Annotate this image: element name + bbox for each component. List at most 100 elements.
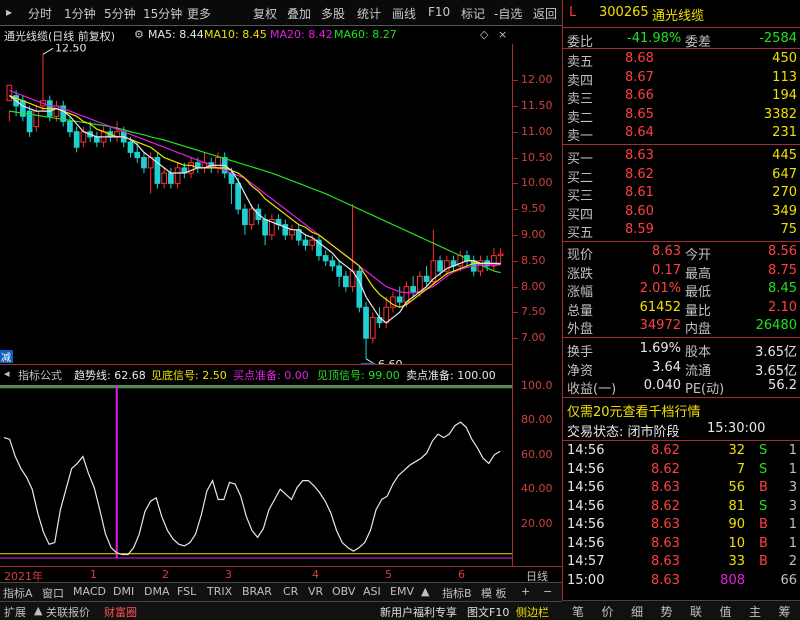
quote-tab[interactable]: 价: [602, 603, 614, 620]
tick-row[interactable]: 14:56 8.63 56 B 3: [563, 479, 800, 498]
quote-tab[interactable]: 细: [631, 603, 643, 620]
candle-body: [215, 157, 221, 169]
menu-arrow-icon[interactable]: ▸: [6, 5, 12, 19]
tab-trix[interactable]: TRIX: [207, 585, 232, 598]
tab-sidebar[interactable]: 侧边栏: [516, 604, 549, 620]
tab-dma[interactable]: DMA: [144, 585, 170, 598]
tick-time: 14:56: [567, 480, 605, 495]
bid-row[interactable]: 买二 8.62 647: [563, 166, 800, 186]
tick-row[interactable]: 14:56 8.62 7 S 1: [563, 461, 800, 480]
high-marker-line: [42, 47, 54, 55]
diamond-icon[interactable]: ◇: [480, 28, 488, 41]
price-tick: 12.00: [521, 73, 553, 87]
tab-asi[interactable]: ASI: [363, 585, 381, 598]
tab-window[interactable]: 窗口: [42, 585, 64, 601]
stat-row[interactable]: 现价 8.63 今开 8.56: [563, 243, 800, 263]
tick-row[interactable]: 14:56 8.62 32 S 1: [563, 442, 800, 461]
indicator-menu-icon[interactable]: ◂: [4, 367, 10, 380]
indicator-chart[interactable]: [0, 382, 512, 566]
add-window-icon[interactable]: +: [521, 585, 530, 598]
stat-row[interactable]: 涨幅 2.01% 最低 8.45: [563, 280, 800, 300]
ask-row[interactable]: 卖五 8.68 450: [563, 50, 800, 70]
stat2-row[interactable]: 收益(一) 0.040 PE(动) 56.2: [563, 377, 800, 397]
tool-button-f10[interactable]: F10: [428, 5, 450, 19]
indicator-formula-label[interactable]: 指标公式: [18, 367, 62, 383]
stat-row[interactable]: 涨跌 0.17 最高 8.75: [563, 262, 800, 282]
tab-related-quotes[interactable]: 关联报价: [46, 604, 90, 620]
tool-button-stats[interactable]: 统计: [357, 5, 381, 22]
period-tab-15min[interactable]: 15分钟: [143, 5, 182, 22]
tick-price: 8.63: [651, 517, 680, 532]
quote-tab[interactable]: 主: [749, 603, 761, 620]
bid-row[interactable]: 买三 8.61 270: [563, 184, 800, 204]
tick-row[interactable]: 14:56 8.63 90 B 1: [563, 516, 800, 535]
quote-tab[interactable]: 势: [661, 603, 673, 620]
tab-indicator-a[interactable]: 指标A: [3, 585, 33, 601]
bid-label: 买四: [567, 207, 594, 223]
period-tab-1min[interactable]: 1分钟: [64, 5, 96, 22]
tool-button-watchlist[interactable]: -自选: [494, 5, 522, 22]
kline-chart[interactable]: 12.506.60财减: [0, 44, 512, 364]
candle-body: [67, 120, 73, 133]
stat-row[interactable]: 外盘 34972 内盘 26480: [563, 317, 800, 337]
ask-row[interactable]: 卖一 8.64 231: [563, 124, 800, 144]
tab-f10-graphic[interactable]: 图文F10: [467, 604, 509, 620]
stat-value: 61452: [639, 299, 681, 315]
price-tick-mark: [513, 131, 518, 133]
tool-button-overlay[interactable]: 叠加: [287, 5, 311, 22]
stat2-row[interactable]: 换手 1.69% 股本 3.65亿: [563, 340, 800, 360]
ask-row[interactable]: 卖二 8.65 3382: [563, 106, 800, 126]
tab-dmi[interactable]: DMI: [113, 585, 134, 598]
tool-button-restore[interactable]: 复权: [253, 5, 277, 22]
tab-indicator-b[interactable]: 指标B: [442, 585, 472, 601]
tab-wealth-circle[interactable]: 财富圈: [104, 604, 137, 620]
tab-template[interactable]: 模 板: [481, 585, 507, 601]
stock-header[interactable]: L 300265 通光线缆: [563, 4, 800, 24]
close-icon[interactable]: ×: [498, 28, 507, 41]
ma-settings-icon[interactable]: ⚙: [134, 28, 144, 41]
tab-expand[interactable]: 扩展: [4, 604, 26, 620]
quote-tab[interactable]: 筹: [779, 603, 791, 620]
tab-cr[interactable]: CR: [283, 585, 298, 598]
tab-fsl[interactable]: FSL: [177, 585, 196, 598]
candle-body: [356, 270, 363, 308]
tick-volume: 81: [728, 498, 745, 514]
tick-row[interactable]: 15:00 8.63 808 66: [563, 572, 800, 591]
quote-tab[interactable]: 笔: [572, 603, 584, 620]
promo-row[interactable]: 仅需20元查看千档行情: [563, 400, 800, 420]
quote-tab[interactable]: 联: [690, 603, 702, 620]
tick-row[interactable]: 14:56 8.62 81 S 3: [563, 498, 800, 517]
stat-row[interactable]: 总量 61452 量比 2.10: [563, 299, 800, 319]
tab-obv[interactable]: OBV: [332, 585, 355, 598]
tab-vr[interactable]: VR: [308, 585, 323, 598]
bid-row[interactable]: 买五 8.59 75: [563, 221, 800, 241]
ask-row[interactable]: 卖四 8.67 113: [563, 69, 800, 89]
price-tick-mark: [513, 209, 518, 211]
stat2-row[interactable]: 净资 3.64 流通 3.65亿: [563, 359, 800, 379]
remove-window-icon[interactable]: −: [543, 585, 552, 598]
tool-button-draw[interactable]: 画线: [392, 5, 416, 22]
tab-up-arrow-icon[interactable]: ▲: [421, 585, 429, 598]
candle-body: [329, 260, 336, 267]
bid-row[interactable]: 买四 8.60 349: [563, 203, 800, 223]
period-tab-time[interactable]: 分时: [28, 5, 52, 22]
tab-macd[interactable]: MACD: [73, 585, 106, 598]
tool-button-back[interactable]: 返回: [533, 5, 557, 22]
tick-row[interactable]: 14:57 8.63 33 B 2: [563, 553, 800, 572]
period-tab-more[interactable]: 更多: [187, 5, 211, 22]
tool-button-mark[interactable]: 标记: [461, 5, 485, 22]
bid-row[interactable]: 买一 8.63 445: [563, 147, 800, 167]
reduce-tag[interactable]: 减: [1, 352, 11, 364]
order-ratio-row[interactable]: 委比 -41.98% 委差 -2584: [563, 30, 800, 50]
ask-row[interactable]: 卖三 8.66 194: [563, 87, 800, 107]
tool-button-multi[interactable]: 多股: [321, 5, 345, 22]
period-tab-5min[interactable]: 5分钟: [104, 5, 136, 22]
tab-emv[interactable]: EMV: [390, 585, 414, 598]
tab-new-user-promo[interactable]: 新用户福利专享: [380, 604, 457, 620]
expand-arrow-icon[interactable]: ▲: [34, 604, 42, 617]
trade-status-row[interactable]: 交易状态: 闭市阶段 15:30:00: [563, 420, 800, 440]
price-tick-mark: [513, 157, 518, 159]
quote-tab[interactable]: 值: [720, 603, 732, 620]
tick-row[interactable]: 14:56 8.63 10 B 1: [563, 535, 800, 554]
tab-brar[interactable]: BRAR: [242, 585, 272, 598]
